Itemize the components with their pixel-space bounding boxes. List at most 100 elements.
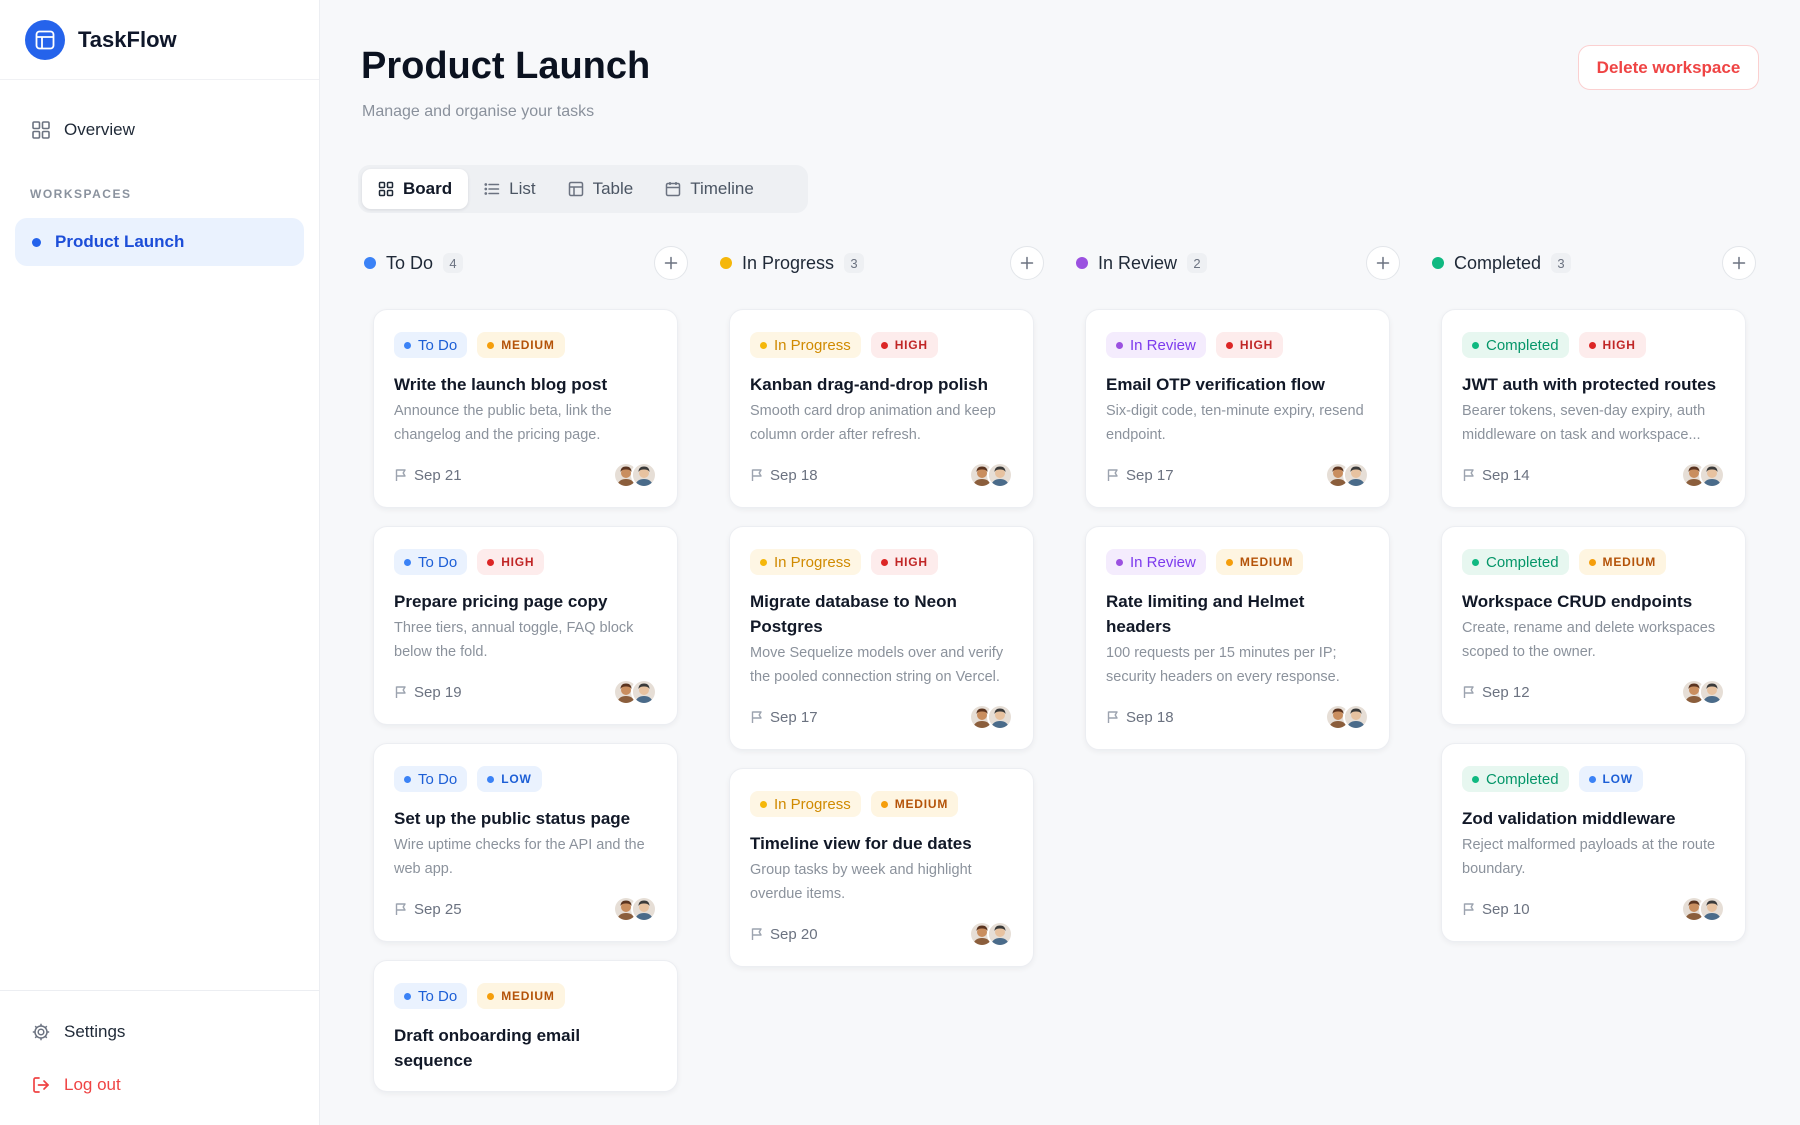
task-title: JWT auth with protected routes	[1462, 375, 1717, 394]
avatar	[987, 462, 1013, 488]
task-card[interactable]: In Review MEDIUM Rate limiting and Helmet …	[1085, 526, 1390, 750]
status-dot-icon	[404, 775, 411, 783]
priority-dot-icon	[1588, 558, 1596, 566]
assignee-avatars[interactable]	[1681, 679, 1725, 705]
assignee-avatars[interactable]	[969, 462, 1013, 488]
logout-label: Log out	[64, 1075, 121, 1094]
assignee-avatars[interactable]	[613, 462, 657, 488]
grid-icon	[30, 119, 52, 141]
due-date-label: Sep 20	[770, 925, 818, 943]
flag-icon	[1106, 710, 1120, 724]
tab-list[interactable]: List	[468, 169, 551, 209]
avatar	[1699, 462, 1725, 488]
assignee-avatars[interactable]	[613, 896, 657, 922]
app-name: TaskFlow	[78, 26, 177, 52]
avatar	[987, 921, 1013, 947]
add-task-button[interactable]	[1722, 246, 1756, 280]
tab-table[interactable]: Table	[552, 169, 650, 209]
status-dot-icon	[760, 800, 767, 808]
delete-workspace-button[interactable]: Delete workspace	[1578, 45, 1759, 90]
sidebar-item-settings[interactable]: Settings	[15, 1008, 304, 1056]
due-date: Sep 14	[1462, 467, 1530, 484]
priority-badge: MEDIUM	[477, 983, 565, 1009]
due-date: Sep 19	[394, 684, 462, 701]
flag-icon	[750, 927, 764, 941]
task-card[interactable]: To Do LOW Set up the public status page Wir…	[373, 743, 678, 942]
sidebar-item-overview[interactable]: Overview	[15, 106, 304, 154]
due-date-label: Sep 19	[414, 683, 462, 701]
status-badge: In Progress	[750, 549, 861, 575]
avatar	[1699, 896, 1725, 922]
task-card[interactable]: Completed HIGH JWT auth with protected rou…	[1441, 309, 1746, 508]
priority-badge: MEDIUM	[477, 332, 565, 358]
status-badge-label: To Do	[418, 553, 458, 571]
task-description: Create, rename and delete workspaces sco…	[1462, 620, 1716, 660]
task-card[interactable]: In Progress HIGH Migrate database to Neon …	[729, 526, 1034, 750]
assignee-avatars[interactable]	[969, 704, 1013, 730]
task-title: Set up the public status page	[394, 809, 631, 828]
logout-icon	[30, 1074, 52, 1096]
tab-board[interactable]: Board	[362, 169, 469, 209]
task-card[interactable]: To Do HIGH Prepare pricing page copy Three …	[373, 526, 678, 725]
tab-timeline[interactable]: Timeline	[649, 169, 770, 209]
task-card[interactable]: In Review HIGH Email OTP verification flow…	[1085, 309, 1390, 508]
task-card[interactable]: In Progress MEDIUM Timeline view for due d…	[729, 768, 1034, 967]
assignee-avatars[interactable]	[1325, 462, 1369, 488]
task-footer: Sep 14	[1462, 461, 1725, 489]
task-card[interactable]: In Progress HIGH Kanban drag-and-drop poli…	[729, 309, 1034, 508]
priority-dot-icon	[487, 992, 495, 1000]
task-footer: Sep 10	[1462, 895, 1725, 923]
due-date: Sep 21	[394, 467, 462, 484]
brand: TaskFlow	[0, 0, 319, 80]
priority-dot-icon	[487, 341, 495, 349]
task-card[interactable]: To Do MEDIUM Write the launch blog post Ann…	[373, 309, 678, 508]
column-title: In Progress	[742, 252, 835, 273]
taskflow-logo-icon[interactable]	[25, 19, 65, 60]
task-card[interactable]: Completed LOW Zod validation middleware Rej…	[1441, 743, 1746, 942]
column-header: In Progress 3	[714, 245, 1044, 281]
card-badges: To Do MEDIUM	[394, 983, 657, 1009]
status-dot-icon	[404, 992, 411, 1000]
assignee-avatars[interactable]	[1681, 896, 1725, 922]
flag-icon	[1462, 468, 1476, 482]
priority-badge: HIGH	[477, 549, 545, 575]
assignee-avatars[interactable]	[969, 921, 1013, 947]
task-description: Group tasks by week and highlight overdu…	[750, 862, 972, 902]
priority-dot-icon	[1225, 341, 1233, 349]
priority-badge: MEDIUM	[870, 791, 959, 817]
priority-badge: HIGH	[870, 549, 938, 575]
assignee-avatars[interactable]	[1325, 704, 1369, 730]
add-task-button[interactable]	[1010, 246, 1044, 280]
logout-button[interactable]: Log out	[15, 1061, 304, 1109]
status-badge: In Progress	[750, 332, 861, 358]
add-task-button[interactable]	[654, 246, 688, 280]
status-badge-label: In Review	[1130, 553, 1196, 571]
status-dot-icon	[760, 558, 767, 566]
sidebar-item-product-launch[interactable]: Product Launch	[15, 218, 304, 266]
task-title: Email OTP verification flow	[1106, 375, 1325, 394]
assignee-avatars[interactable]	[613, 679, 657, 705]
add-task-button[interactable]	[1366, 246, 1400, 280]
grid-icon	[378, 181, 394, 197]
column-status-dot-icon	[1432, 257, 1444, 269]
sidebar-item-label: Overview	[64, 120, 135, 139]
task-card[interactable]: To Do MEDIUM Draft onboarding email sequen…	[373, 960, 678, 1092]
column-header: In Review 2	[1070, 245, 1400, 281]
flag-icon	[1106, 468, 1120, 482]
task-title: Timeline view for due dates	[750, 834, 972, 853]
priority-badge-label: MEDIUM	[894, 797, 949, 811]
tab-label: Table	[592, 179, 634, 198]
flag-icon	[394, 468, 408, 482]
status-dot-icon	[1472, 341, 1479, 349]
assignee-avatars[interactable]	[1681, 462, 1725, 488]
priority-badge: MEDIUM	[1215, 549, 1304, 575]
priority-badge: HIGH	[870, 332, 938, 358]
page-title: Product Launch	[361, 45, 651, 87]
card-badges: To Do HIGH	[394, 549, 657, 575]
status-badge-label: Completed	[1486, 553, 1559, 571]
task-footer: Sep 25	[394, 895, 657, 923]
status-badge-label: In Progress	[774, 336, 851, 354]
status-badge: Completed	[1462, 332, 1569, 358]
task-card[interactable]: Completed MEDIUM Workspace CRUD endpoints C…	[1441, 526, 1746, 725]
priority-badge-label: MEDIUM	[1239, 555, 1294, 569]
